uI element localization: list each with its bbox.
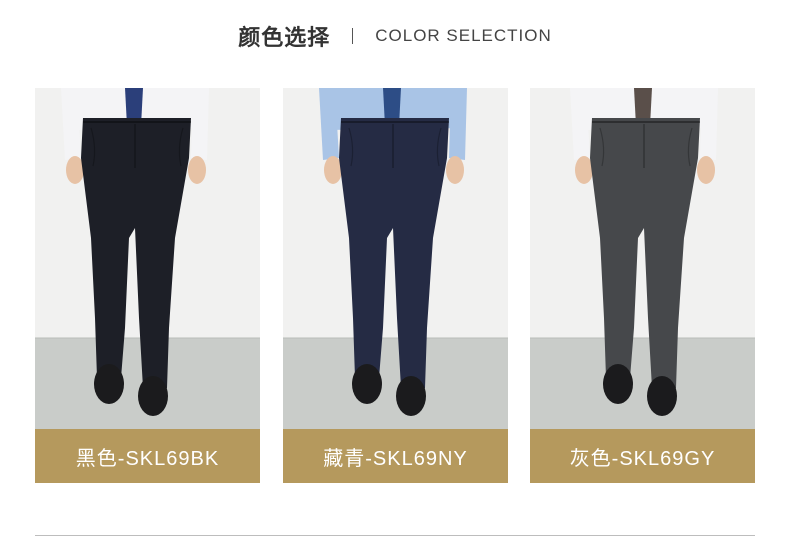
right-hand bbox=[697, 156, 715, 184]
section-header: 颜色选择 COLOR SELECTION bbox=[0, 18, 790, 54]
right-shoe bbox=[396, 376, 426, 416]
left-shoe bbox=[352, 364, 382, 404]
backdrop-floor bbox=[283, 338, 508, 429]
backdrop-floor bbox=[530, 338, 755, 429]
right-sleeve bbox=[700, 88, 718, 160]
right-hand bbox=[188, 156, 206, 184]
title-divider bbox=[352, 28, 354, 44]
product-photo bbox=[35, 88, 260, 429]
right-hand bbox=[446, 156, 464, 184]
right-shoe bbox=[138, 376, 168, 416]
section-title-cn: 颜色选择 bbox=[238, 25, 331, 50]
product-label: 藏青-SKL69NY bbox=[283, 429, 508, 483]
product-label: 黑色-SKL69BK bbox=[35, 429, 260, 483]
product-label: 灰色-SKL69GY bbox=[530, 429, 755, 483]
product-card-black[interactable]: 黑色-SKL69BK bbox=[35, 88, 260, 483]
right-shoe bbox=[647, 376, 677, 416]
left-shoe bbox=[94, 364, 124, 404]
left-shoe bbox=[603, 364, 633, 404]
right-sleeve bbox=[449, 88, 467, 160]
section-title-en: COLOR SELECTION bbox=[375, 26, 552, 45]
product-card-navy[interactable]: 藏青-SKL69NY bbox=[283, 88, 508, 483]
product-photo bbox=[530, 88, 755, 429]
product-card-grey[interactable]: 灰色-SKL69GY bbox=[530, 88, 755, 483]
product-photo bbox=[283, 88, 508, 429]
right-sleeve bbox=[191, 88, 209, 160]
bottom-divider bbox=[35, 535, 755, 536]
